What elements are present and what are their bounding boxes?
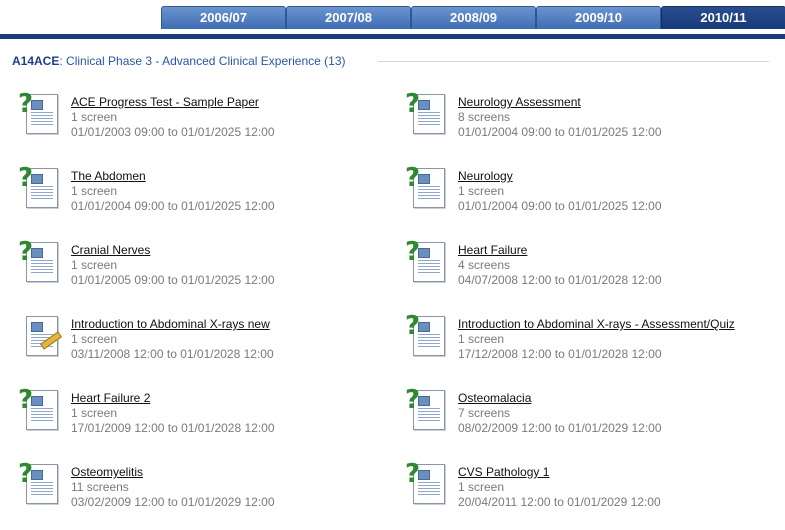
item-dates: 04/07/2008 12:00 to 01/01/2028 12:00: [458, 273, 662, 287]
item-link[interactable]: Heart Failure: [458, 243, 527, 257]
item-screens: 1 screen: [71, 184, 118, 198]
item-dates: 01/01/2005 09:00 to 01/01/2025 12:00: [71, 273, 275, 287]
item-screens: 7 screens: [458, 406, 511, 420]
item-screens: 1 screen: [458, 184, 505, 198]
list-item: ? Cranial Nerves 1 screen 01/01/2005 09:…: [18, 237, 398, 301]
quiz-icon: ?: [405, 311, 451, 361]
module-title: : Clinical Phase 3 - Advanced Clinical E…: [59, 54, 346, 68]
item-screens: 1 screen: [71, 406, 118, 420]
section-heading: A14ACE: Clinical Phase 3 - Advanced Clin…: [12, 54, 777, 72]
year-tabs: 2006/07 2007/08 2008/09 2009/10 2010/11: [0, 6, 785, 39]
quiz-icon: ?: [18, 385, 64, 435]
item-screens: 1 screen: [71, 110, 118, 124]
item-dates: 08/02/2009 12:00 to 01/01/2029 12:00: [458, 421, 662, 435]
item-dates: 17/01/2009 12:00 to 01/01/2028 12:00: [71, 421, 275, 435]
quiz-icon: ?: [18, 163, 64, 213]
tab-2006-07[interactable]: 2006/07: [161, 6, 286, 29]
quiz-icon: ?: [405, 237, 451, 287]
list-item: ? Heart Failure 4 screens 04/07/2008 12:…: [405, 237, 785, 301]
item-link[interactable]: CVS Pathology 1: [458, 465, 549, 479]
item-dates: 03/11/2008 12:00 to 01/01/2028 12:00: [71, 347, 274, 361]
item-dates: 01/01/2004 09:00 to 01/01/2025 12:00: [71, 199, 275, 213]
list-item: ? Introduction to Abdominal X-rays - Ass…: [405, 311, 785, 375]
item-screens: 1 screen: [458, 480, 505, 494]
item-dates: 03/02/2009 12:00 to 01/01/2029 12:00: [71, 495, 275, 509]
item-screens: 1 screen: [71, 332, 118, 346]
heading-divider: [378, 61, 769, 62]
quiz-icon: ?: [405, 89, 451, 139]
quiz-icon: ?: [405, 459, 451, 509]
module-code: A14ACE: [12, 54, 60, 68]
item-screens: 8 screens: [458, 110, 511, 124]
tab-2010-11[interactable]: 2010/11: [661, 6, 785, 29]
list-item: ? The Abdomen 1 screen 01/01/2004 09:00 …: [18, 163, 398, 227]
tab-2009-10[interactable]: 2009/10: [536, 6, 661, 29]
quiz-icon: ?: [18, 237, 64, 287]
item-dates: 01/01/2004 09:00 to 01/01/2025 12:00: [458, 125, 662, 139]
quiz-icon: ?: [18, 459, 64, 509]
item-link[interactable]: Cranial Nerves: [71, 243, 150, 257]
list-item: Introduction to Abdominal X-rays new 1 s…: [18, 315, 398, 375]
edit-document-icon: [18, 315, 64, 361]
list-item: ? ACE Progress Test - Sample Paper 1 scr…: [18, 89, 398, 153]
list-item: ? Osteomalacia 7 screens 08/02/2009 12:0…: [405, 385, 785, 449]
item-link[interactable]: Heart Failure 2: [71, 391, 150, 405]
item-dates: 01/01/2004 09:00 to 01/01/2025 12:00: [458, 199, 662, 213]
list-item: ? Osteomyelitis 11 screens 03/02/2009 12…: [18, 459, 398, 523]
item-link[interactable]: Neurology: [458, 169, 513, 183]
quiz-icon: ?: [405, 163, 451, 213]
list-item: ? Neurology Assessment 8 screens 01/01/2…: [405, 89, 785, 153]
list-item: ? Neurology 1 screen 01/01/2004 09:00 to…: [405, 163, 785, 227]
quiz-icon: ?: [18, 89, 64, 139]
item-dates: 20/04/2011 12:00 to 01/01/2029 12:00: [458, 495, 661, 509]
item-link[interactable]: Introduction to Abdominal X-rays - Asses…: [458, 317, 735, 331]
item-link[interactable]: Introduction to Abdominal X-rays new: [71, 317, 270, 331]
item-dates: 17/12/2008 12:00 to 01/01/2028 12:00: [458, 347, 662, 361]
list-item: ? CVS Pathology 1 1 screen 20/04/2011 12…: [405, 459, 785, 523]
item-link[interactable]: Osteomyelitis: [71, 465, 143, 479]
item-link[interactable]: ACE Progress Test - Sample Paper: [71, 95, 259, 109]
item-screens: 4 screens: [458, 258, 511, 272]
item-screens: 1 screen: [71, 258, 118, 272]
tab-2007-08[interactable]: 2007/08: [286, 6, 411, 29]
quiz-icon: ?: [405, 385, 451, 435]
item-link[interactable]: Osteomalacia: [458, 391, 531, 405]
tab-underline: [0, 34, 785, 39]
list-item: ? Heart Failure 2 1 screen 17/01/2009 12…: [18, 385, 398, 449]
tab-2008-09[interactable]: 2008/09: [411, 6, 536, 29]
item-dates: 01/01/2003 09:00 to 01/01/2025 12:00: [71, 125, 275, 139]
item-link[interactable]: The Abdomen: [71, 169, 146, 183]
item-screens: 1 screen: [458, 332, 505, 346]
item-link[interactable]: Neurology Assessment: [458, 95, 581, 109]
item-screens: 11 screens: [71, 480, 129, 494]
